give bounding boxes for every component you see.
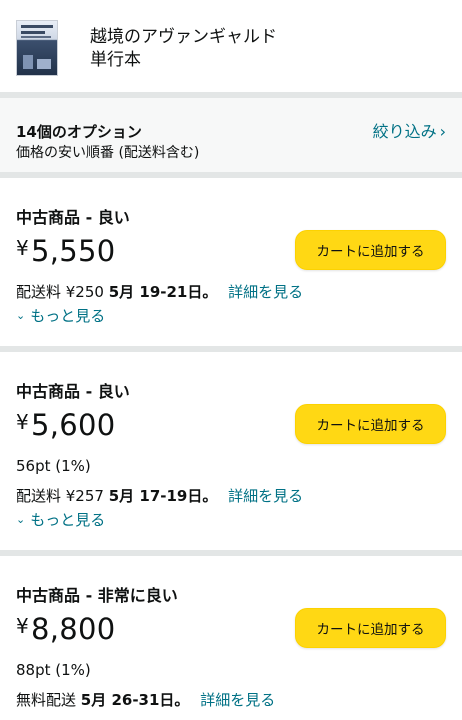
sort-order-label: 価格の安い順番 (配送料含む) [16,145,200,161]
shipping-fee: 無料配送 [16,691,77,709]
shipping-fee: 配送料 ¥257 [16,487,104,505]
chevron-down-icon: ⌄ [16,309,26,322]
delivery-date: 5月 17-19日。 [108,487,218,505]
options-count: 14個のオプション [16,123,142,141]
see-more-label: もっと見る [30,307,106,325]
offer-card: 中古商品 - 良い ¥5,600 カートに追加する 56pt (1%) 配送料 … [0,352,462,556]
shipping-info: 配送料 ¥257 5月 17-19日。 詳細を見る [16,486,303,506]
currency-symbol: ¥ [16,614,30,638]
product-title[interactable]: 越境のアヴァンギャルド [90,26,277,48]
book-cover-image[interactable] [16,20,58,76]
shipping-info: 配送料 ¥250 5月 19-21日。 詳細を見る [16,282,303,302]
price-value: 8,800 [31,612,116,646]
currency-symbol: ¥ [16,410,30,434]
details-link[interactable]: 詳細を見る [228,487,303,505]
see-more-label: もっと見る [30,511,106,529]
add-to-cart-button[interactable]: カートに追加する [295,608,446,648]
details-link[interactable]: 詳細を見る [228,283,303,301]
delivery-date: 5月 19-21日。 [108,283,218,301]
offer-card: 中古商品 - 良い ¥5,550 カートに追加する 配送料 ¥250 5月 19… [0,178,462,352]
product-info: 越境のアヴァンギャルド 単行本 [90,26,277,72]
filter-button[interactable]: 絞り込み › [373,122,446,142]
filter-label: 絞り込み [372,122,437,141]
price-value: 5,550 [31,234,116,268]
shipping-fee: 配送料 ¥250 [16,283,104,301]
product-format: 単行本 [90,50,141,70]
offer-price: ¥8,800 [16,612,116,646]
shipping-info: 無料配送 5月 26-31日。 詳細を見る [16,690,275,710]
currency-symbol: ¥ [16,236,30,260]
reward-points: 88pt (1%) [16,661,91,679]
chevron-down-icon: ⌄ [16,513,26,526]
offer-price: ¥5,600 [16,408,116,442]
delivery-date: 5月 26-31日。 [80,691,190,709]
details-link[interactable]: 詳細を見る [200,691,275,709]
offer-condition: 中古商品 - 良い [16,208,130,227]
add-to-cart-button[interactable]: カートに追加する [295,230,446,270]
offer-condition: 中古商品 - 良い [16,382,130,401]
see-more-link[interactable]: ⌄ もっと見る [16,306,105,328]
price-value: 5,600 [31,408,116,442]
reward-points: 56pt (1%) [16,457,91,475]
chevron-right-icon: › [439,122,446,141]
add-to-cart-button[interactable]: カートに追加する [295,404,446,444]
product-header: 越境のアヴァンギャルド 単行本 [0,0,462,92]
options-bar: 14個のオプション 価格の安い順番 (配送料含む) 絞り込み › [0,98,462,178]
offer-price: ¥5,550 [16,234,116,268]
options-summary: 14個のオプション 価格の安い順番 (配送料含む) [16,122,199,164]
see-more-link[interactable]: ⌄ もっと見る [16,510,105,532]
offer-condition: 中古商品 - 非常に良い [16,586,178,605]
offer-card: 中古商品 - 非常に良い ¥8,800 カートに追加する 88pt (1%) 無… [0,556,462,720]
